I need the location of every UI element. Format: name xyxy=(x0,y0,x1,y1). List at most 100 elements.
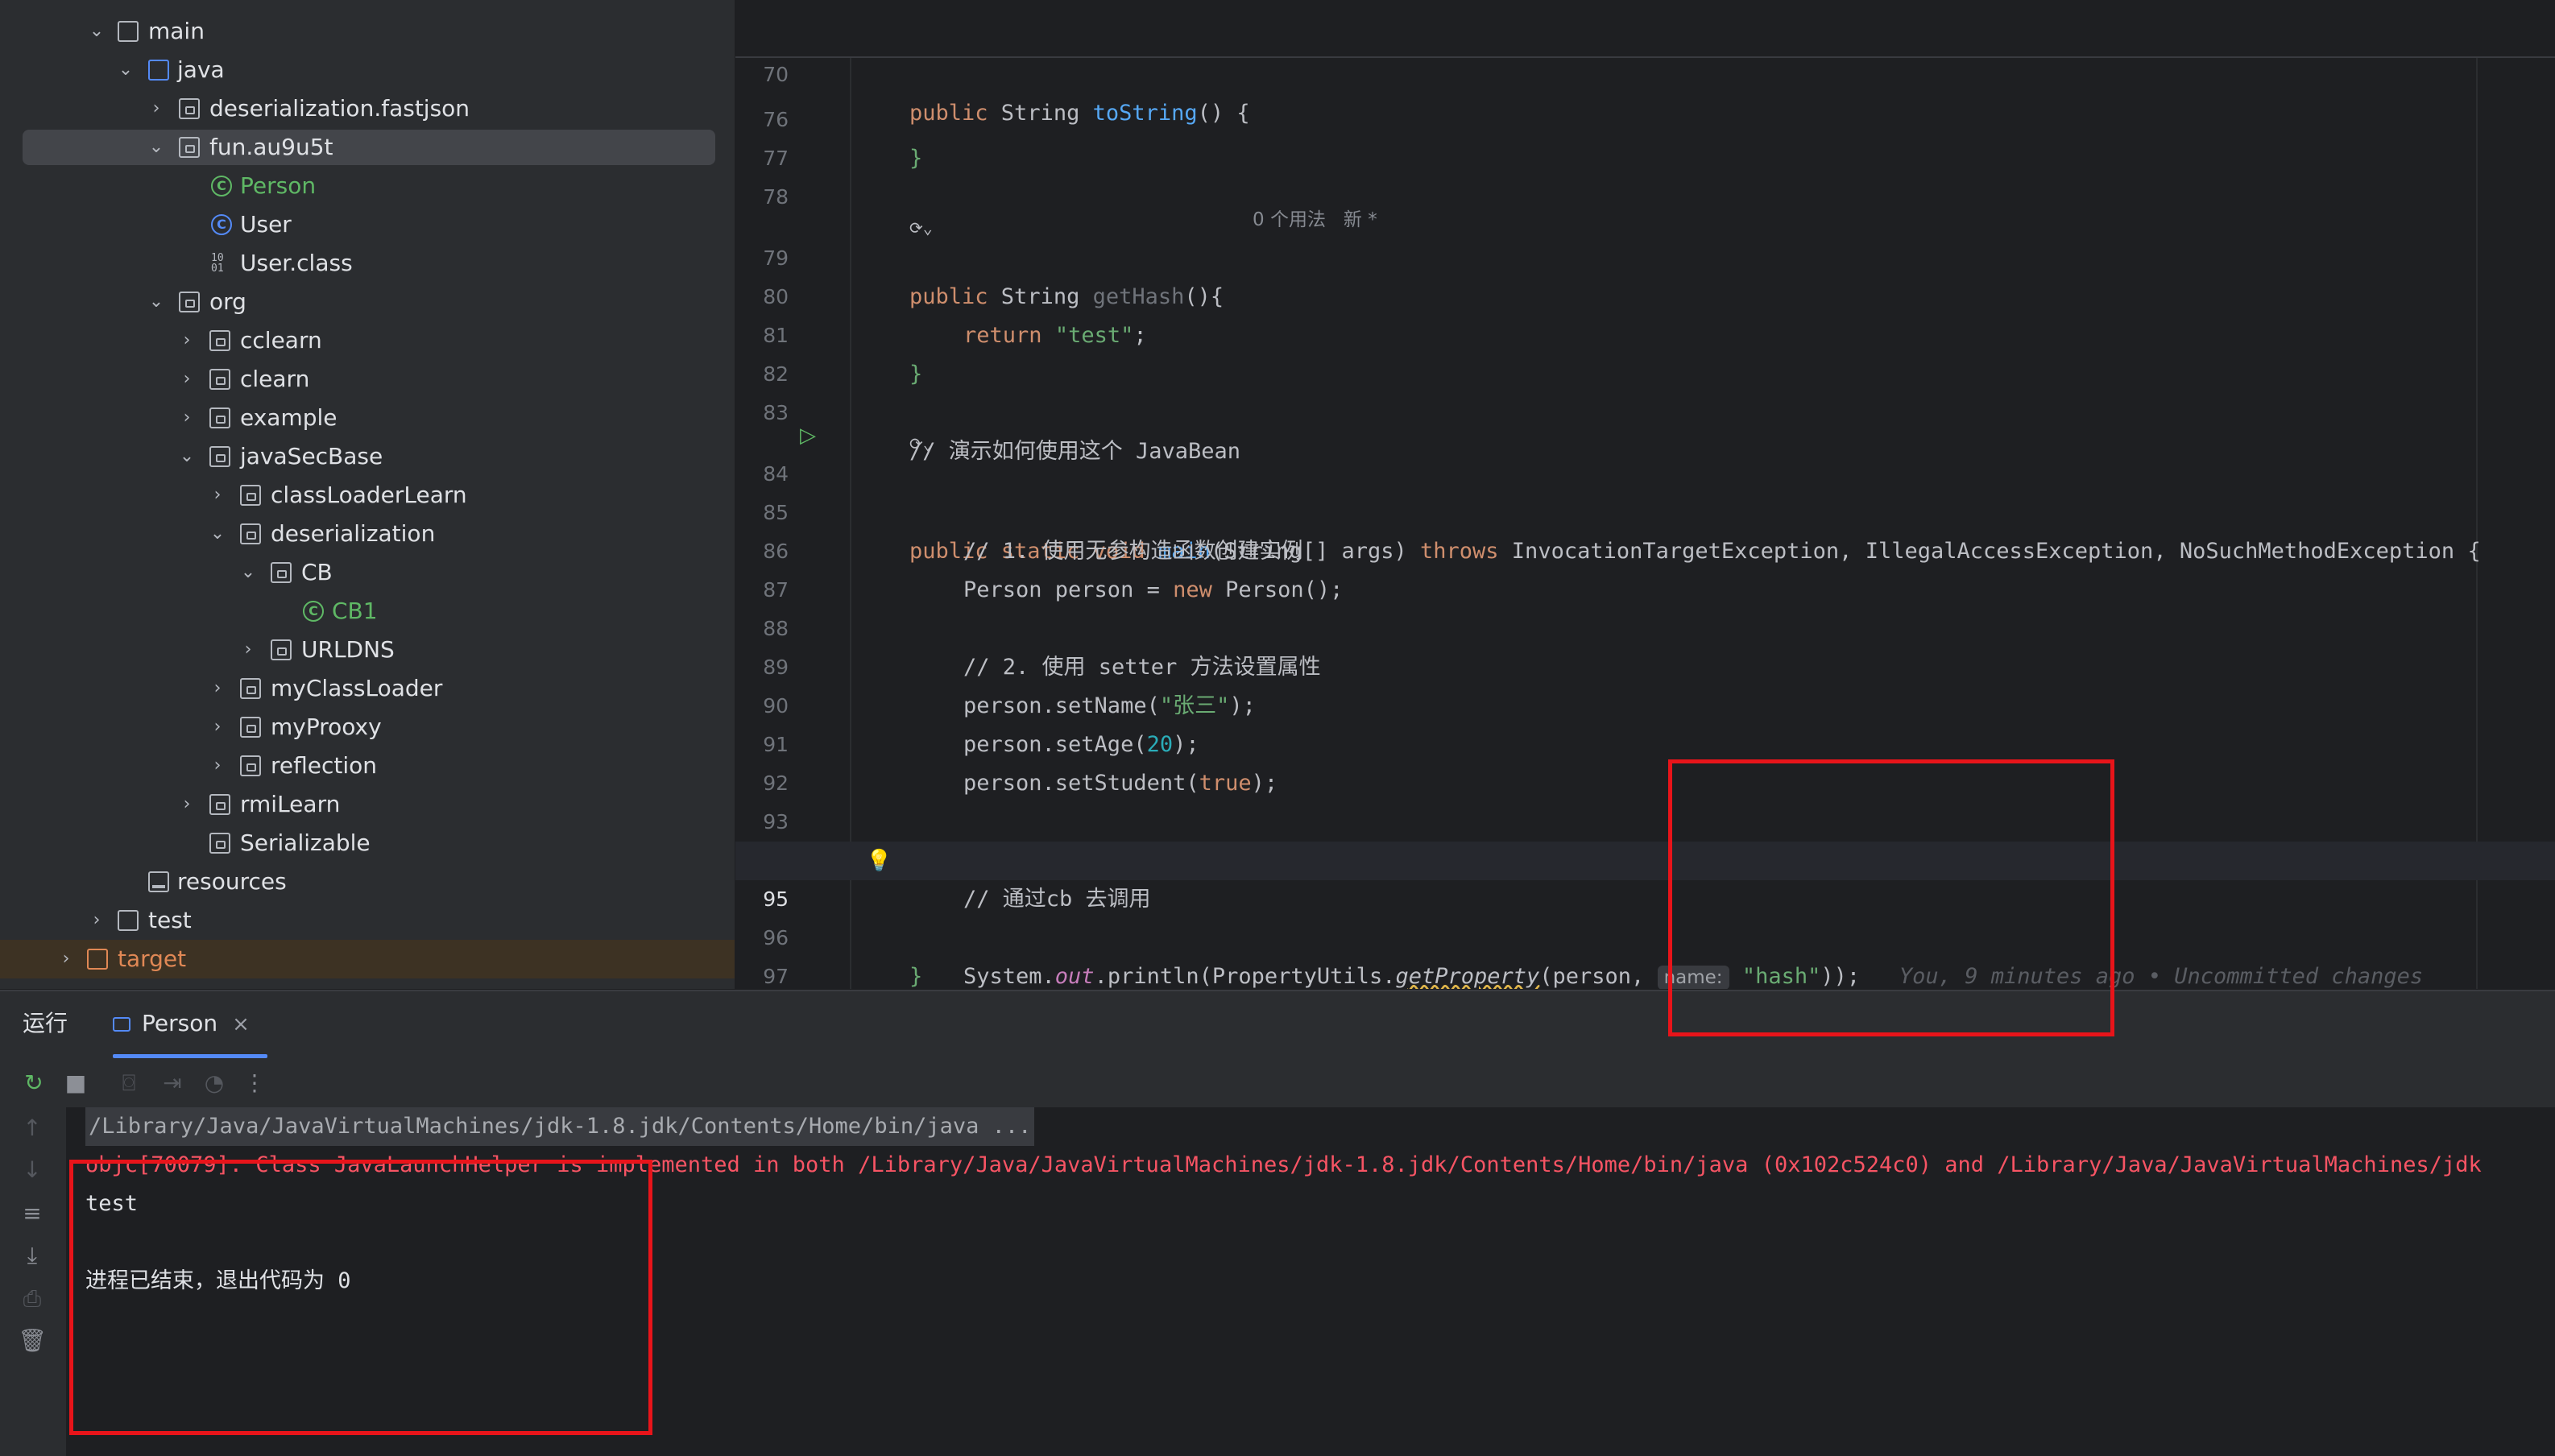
rerun-icon[interactable]: ↻ xyxy=(19,1069,48,1098)
tree-item-deserialization[interactable]: ⌄ deserialization xyxy=(0,515,735,553)
code-line[interactable]: 90 person.setAge(20); xyxy=(735,648,2555,757)
code-line[interactable]: 87 xyxy=(735,532,2555,602)
usage-hint[interactable]: 0 个用法 新 * xyxy=(1253,201,1377,239)
run-tab-person[interactable]: Person × xyxy=(113,1007,250,1040)
code-line-current[interactable]: 95 💡 System.out.println(PropertyUtils.ge… xyxy=(735,842,2555,989)
tree-item-user-class[interactable]: 10 01 User.class xyxy=(0,244,735,283)
chevron-right-icon[interactable]: › xyxy=(147,89,166,128)
chevron-right-icon[interactable]: › xyxy=(208,476,227,515)
tree-item-test[interactable]: › test xyxy=(0,901,735,940)
chevron-down-icon[interactable]: ⌄ xyxy=(208,515,227,553)
code-line[interactable]: 89 person.setName("张三"); xyxy=(735,610,2555,718)
console-command-line[interactable]: /Library/Java/JavaVirtualMachines/jdk-1.… xyxy=(85,1107,1035,1146)
chevron-right-icon[interactable]: › xyxy=(238,631,258,669)
code-line[interactable]: 80 return "test"; xyxy=(735,239,2555,348)
camera-icon[interactable]: ⌼ xyxy=(114,1069,143,1098)
profiler-icon[interactable]: ◔ xyxy=(200,1069,229,1098)
tree-item-label: test xyxy=(148,907,192,933)
code-line[interactable]: 85 // 1. 使用无参构造函数创建实例 xyxy=(735,455,2555,564)
tree-item-cb1[interactable]: C CB1 xyxy=(0,592,735,631)
tree-item-myclassloader[interactable]: › myClassLoader xyxy=(0,669,735,708)
tree-item-urldns[interactable]: › URLDNS xyxy=(0,631,735,669)
tree-item-myprooxy[interactable]: › myProoxy xyxy=(0,708,735,747)
code-editor[interactable]: 70 public String toString() { 76 } 77 78… xyxy=(735,0,2555,989)
chevron-right-icon[interactable]: › xyxy=(208,747,227,785)
chevron-down-icon[interactable]: ⌄ xyxy=(147,283,166,321)
run-tab-bar: 运行 Person × xyxy=(0,991,2555,1059)
tree-item-label: fun.au9u5t xyxy=(209,134,333,160)
chevron-down-icon[interactable]: ⌄ xyxy=(238,553,258,592)
tree-item-serializable[interactable]: Serializable xyxy=(0,824,735,862)
sticky-header[interactable]: 70 public String toString() { xyxy=(735,0,2555,126)
chevron-down-icon[interactable]: ⌄ xyxy=(116,51,135,89)
code-lens[interactable]: ⟳⌄ xyxy=(735,178,2555,238)
code-line[interactable]: 98 xyxy=(735,958,2555,989)
code-line[interactable]: 86 Person person = new Person(); xyxy=(735,494,2555,602)
arrow-up-icon[interactable]: ↑ xyxy=(18,1114,47,1143)
chevron-right-icon[interactable]: › xyxy=(177,360,197,399)
run-gutter-icon[interactable]: ▷ xyxy=(800,416,816,455)
chevron-right-icon[interactable]: › xyxy=(177,399,197,437)
code-line[interactable]: 93 xyxy=(735,764,2555,833)
more-options-icon[interactable]: ⋮ xyxy=(240,1069,269,1098)
chevron-right-icon[interactable]: › xyxy=(208,669,227,708)
code-line[interactable]: 83 // 演示如何使用这个 JavaBean xyxy=(735,355,2555,464)
code-line[interactable]: 94 // 通过cb 去调用 xyxy=(735,803,2555,912)
tree-item-resources[interactable]: resources xyxy=(0,862,735,901)
code-line[interactable]: 82 xyxy=(735,316,2555,386)
print-icon[interactable]: ⎙ xyxy=(18,1284,47,1313)
tree-item-rmilearn[interactable]: › rmiLearn xyxy=(0,785,735,824)
tree-item-classloaderlearn[interactable]: › classLoaderLearn xyxy=(0,476,735,515)
tree-item-reflection[interactable]: › reflection xyxy=(0,747,735,785)
package-icon xyxy=(240,755,261,776)
code-line[interactable]: 96 } xyxy=(735,880,2555,989)
code-line[interactable]: 84 ▷ public static void main(String[] ar… xyxy=(735,416,2555,564)
code-line[interactable]: 79 public String getHash(){ 0 个用法 新 * xyxy=(735,201,2555,309)
stop-icon[interactable]: ■ xyxy=(61,1069,90,1098)
chevron-down-icon[interactable]: ⌄ xyxy=(147,128,166,167)
tree-item-target[interactable]: › target xyxy=(0,940,735,978)
tree-item-person[interactable]: C Person xyxy=(0,167,735,205)
chevron-down-icon[interactable]: ⌄ xyxy=(87,12,106,51)
arrow-down-icon[interactable]: ↓ xyxy=(18,1156,47,1185)
tree-item-javasecbase[interactable]: ⌄ javaSecBase xyxy=(0,437,735,476)
tree-item-clearn[interactable]: › clearn xyxy=(0,360,735,399)
chevron-right-icon[interactable]: › xyxy=(177,321,197,360)
code-line[interactable]: 81 } xyxy=(735,278,2555,387)
tree-item-label: clearn xyxy=(240,366,310,392)
package-icon xyxy=(179,292,200,312)
trash-icon[interactable]: 🗑 xyxy=(18,1326,47,1355)
lightbulb-icon[interactable]: 💡 xyxy=(866,842,892,880)
tree-item-java[interactable]: ⌄ java xyxy=(0,51,735,89)
class-icon: C xyxy=(211,176,232,196)
code-line[interactable]: 97 xyxy=(735,919,2555,988)
code-line[interactable]: 78 xyxy=(735,139,2555,209)
restore-layout-icon[interactable]: ⇥ xyxy=(158,1069,187,1098)
tree-item-deserialization-fastjson[interactable]: › deserialization.fastjson xyxy=(0,89,735,128)
code-line[interactable]: 88 // 2. 使用 setter 方法设置属性 xyxy=(735,571,2555,680)
code-lens[interactable]: ⟳⌄ xyxy=(735,394,2555,453)
code-line[interactable]: 76 } xyxy=(735,62,2555,171)
tree-item-org[interactable]: ⌄ org xyxy=(0,283,735,321)
chevron-right-icon[interactable]: › xyxy=(87,901,106,940)
chevron-down-icon[interactable]: ⌄ xyxy=(177,437,197,476)
soft-wrap-icon[interactable]: ≡ xyxy=(18,1199,47,1228)
tree-item-user[interactable]: C User xyxy=(0,205,735,244)
close-icon[interactable]: × xyxy=(232,1012,250,1036)
code-line[interactable]: 77 xyxy=(735,101,2555,170)
tree-item-fun-au9u5t[interactable]: ⌄ fun.au9u5t xyxy=(0,128,735,167)
tree-item-cb[interactable]: ⌄ CB xyxy=(0,553,735,592)
chevron-right-icon[interactable]: › xyxy=(56,940,76,978)
tree-item-label: deserialization xyxy=(271,520,436,547)
code-line[interactable]: 91 person.setStudent(true); xyxy=(735,687,2555,796)
tree-item-cclearn[interactable]: › cclearn xyxy=(0,321,735,360)
tree-item-example[interactable]: › example xyxy=(0,399,735,437)
code-line[interactable]: 92 xyxy=(735,726,2555,795)
tree-item-main[interactable]: ⌄ main xyxy=(0,12,735,51)
package-icon xyxy=(209,833,230,854)
tree-item-label: target xyxy=(118,945,187,972)
chevron-right-icon[interactable]: › xyxy=(208,708,227,747)
chevron-right-icon[interactable]: › xyxy=(177,785,197,824)
scroll-to-end-icon[interactable]: ⤓ xyxy=(18,1241,47,1270)
tree-item-label: User.class xyxy=(240,250,353,276)
